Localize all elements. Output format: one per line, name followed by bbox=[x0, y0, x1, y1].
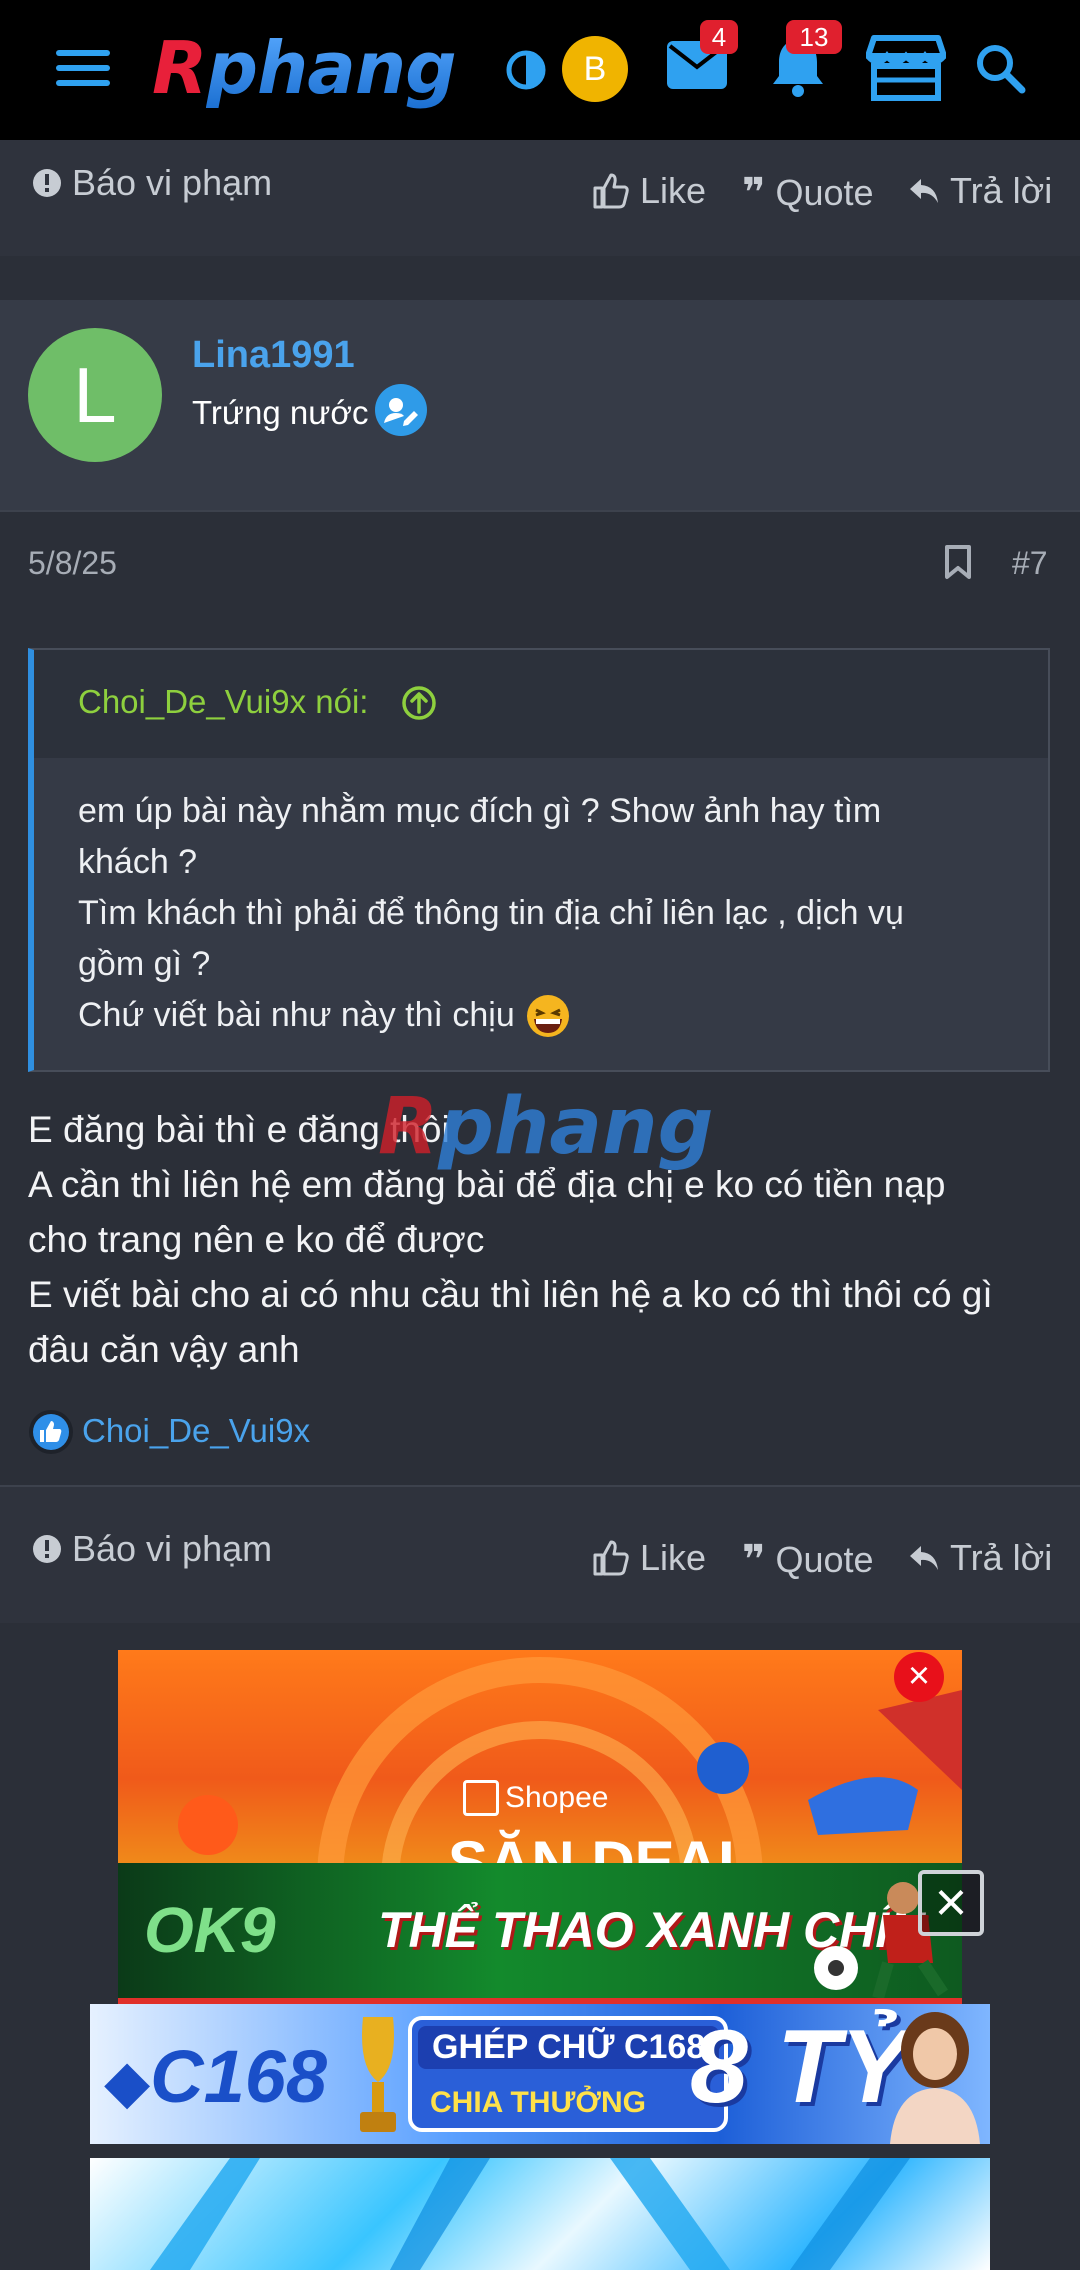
messages-count-badge: 4 bbox=[700, 20, 738, 54]
blue-ad-banner[interactable] bbox=[90, 2158, 990, 2270]
close-ad-button[interactable]: × bbox=[918, 1870, 984, 1936]
site-logo[interactable]: Rphang bbox=[152, 26, 457, 110]
post-author-card bbox=[0, 300, 1080, 510]
report-label: Báo vi phạm bbox=[72, 1528, 273, 1569]
c168-prize-amount: 8 TỶ bbox=[690, 2009, 910, 2125]
logo-text-r: R bbox=[152, 26, 207, 110]
report-label: Báo vi phạm bbox=[72, 162, 273, 203]
thumbs-up-icon bbox=[593, 173, 629, 209]
alerts-count-badge: 13 bbox=[786, 20, 842, 54]
thumbs-up-icon bbox=[593, 1540, 629, 1576]
store-icon[interactable] bbox=[866, 34, 946, 102]
report-link[interactable]: Báo vi phạm bbox=[32, 162, 272, 204]
arrow-up-circle-icon[interactable] bbox=[401, 685, 437, 721]
shopee-headline: SĂN DEAL bbox=[448, 1829, 755, 1865]
shopee-brand: Shopee bbox=[505, 1781, 609, 1814]
post-line: E viết bài cho ai có nhu cầu thì liên hệ… bbox=[28, 1274, 993, 1315]
quote-author[interactable]: Choi_De_Vui9x nói: bbox=[78, 683, 368, 721]
reply-label: Trả lời bbox=[950, 170, 1053, 211]
top-navbar: Rphang B 4 13 bbox=[0, 0, 1080, 140]
c168-diamond-icon: ◆ bbox=[104, 2048, 151, 2115]
laughing-emoji-icon bbox=[526, 994, 569, 1037]
c168-promo-line1: GHÉP CHỮ C168 bbox=[418, 2026, 720, 2069]
quote-content: em úp bài này nhằm mục đích gì ? Show ản… bbox=[78, 786, 904, 1041]
alert-icon bbox=[33, 169, 61, 197]
trophy-icon bbox=[360, 2017, 396, 2132]
report-link[interactable]: Báo vi phạm bbox=[32, 1528, 272, 1570]
watermark-phang: phang bbox=[438, 1082, 714, 1172]
quote-line: Tìm khách thì phải để thông tin địa chỉ … bbox=[78, 894, 904, 932]
divider bbox=[0, 510, 1080, 512]
c168-promo-line2: CHIA THƯỞNG bbox=[430, 2086, 647, 2119]
quote-icon: ❞ bbox=[742, 171, 766, 215]
bookmark-icon[interactable] bbox=[944, 544, 972, 580]
c168-brand: C168 bbox=[150, 2035, 328, 2118]
watermark-r: R bbox=[378, 1082, 439, 1172]
quote-button[interactable]: ❞ Quote bbox=[742, 1537, 874, 1583]
author-name[interactable]: Lina1991 bbox=[192, 334, 355, 377]
c168-ad-banner[interactable]: ◆C168 GHÉP CHỮ C168 CHIA THƯỞNG 8 TỶ bbox=[90, 2004, 990, 2144]
user-avatar[interactable]: B bbox=[562, 36, 628, 102]
post-line: cho trang nên e ko để được bbox=[28, 1219, 485, 1260]
quote-label: Quote bbox=[775, 1539, 874, 1580]
quote-button[interactable]: ❞ Quote bbox=[742, 170, 874, 216]
author-rank: Trứng nước bbox=[192, 394, 369, 431]
logo-text-phang: phang bbox=[206, 26, 456, 110]
quote-line: gồm gì ? bbox=[78, 945, 211, 983]
ok9-ad-banner[interactable]: OK9 THỂ THAO XANH CHÍN bbox=[118, 1863, 962, 2004]
search-icon[interactable] bbox=[974, 42, 1026, 94]
promo-model-art bbox=[890, 2012, 980, 2144]
quote-line: Chứ viết bài như này thì chịu bbox=[78, 990, 904, 1041]
quote-label: Quote bbox=[775, 172, 874, 213]
c168-logo: ◆C168 bbox=[104, 2034, 327, 2119]
ok9-logo: OK9 bbox=[144, 1894, 276, 1966]
quote-line: khách ? bbox=[78, 843, 198, 881]
alert-icon bbox=[33, 1535, 61, 1563]
shopee-logo: Shopee bbox=[463, 1780, 608, 1816]
reply-icon bbox=[910, 1546, 938, 1570]
post-number[interactable]: #7 bbox=[1012, 545, 1048, 582]
reply-button[interactable]: Trả lời bbox=[908, 170, 1052, 212]
quote-line-text: Chứ viết bài như này thì chịu bbox=[78, 996, 515, 1034]
verified-icon bbox=[374, 383, 428, 437]
reaction-users[interactable]: Choi_De_Vui9x bbox=[82, 1412, 310, 1450]
ad-background-art bbox=[150, 2158, 910, 2270]
reply-label: Trả lời bbox=[950, 1537, 1053, 1578]
author-avatar[interactable]: L bbox=[28, 328, 162, 462]
like-reaction-icon[interactable] bbox=[28, 1409, 74, 1455]
post-date[interactable]: 5/8/25 bbox=[28, 545, 117, 582]
menu-icon[interactable] bbox=[56, 48, 110, 88]
quote-icon: ❞ bbox=[742, 1538, 766, 1582]
reply-icon bbox=[910, 179, 938, 203]
like-button[interactable]: Like bbox=[592, 170, 706, 212]
like-button[interactable]: Like bbox=[592, 1537, 706, 1579]
site-watermark: Rphang bbox=[378, 1082, 713, 1172]
quote-line: em úp bài này nhằm mục đích gì ? Show ản… bbox=[78, 792, 882, 830]
like-label: Like bbox=[640, 1537, 707, 1578]
like-label: Like bbox=[640, 170, 707, 211]
close-ad-button[interactable]: × bbox=[894, 1652, 944, 1702]
theme-toggle-icon[interactable] bbox=[506, 50, 546, 90]
post-line: đâu căn vậy anh bbox=[28, 1329, 300, 1370]
shopee-ad-banner[interactable]: Shopee SĂN DEAL bbox=[118, 1650, 962, 1865]
reply-button[interactable]: Trả lời bbox=[908, 1537, 1052, 1579]
